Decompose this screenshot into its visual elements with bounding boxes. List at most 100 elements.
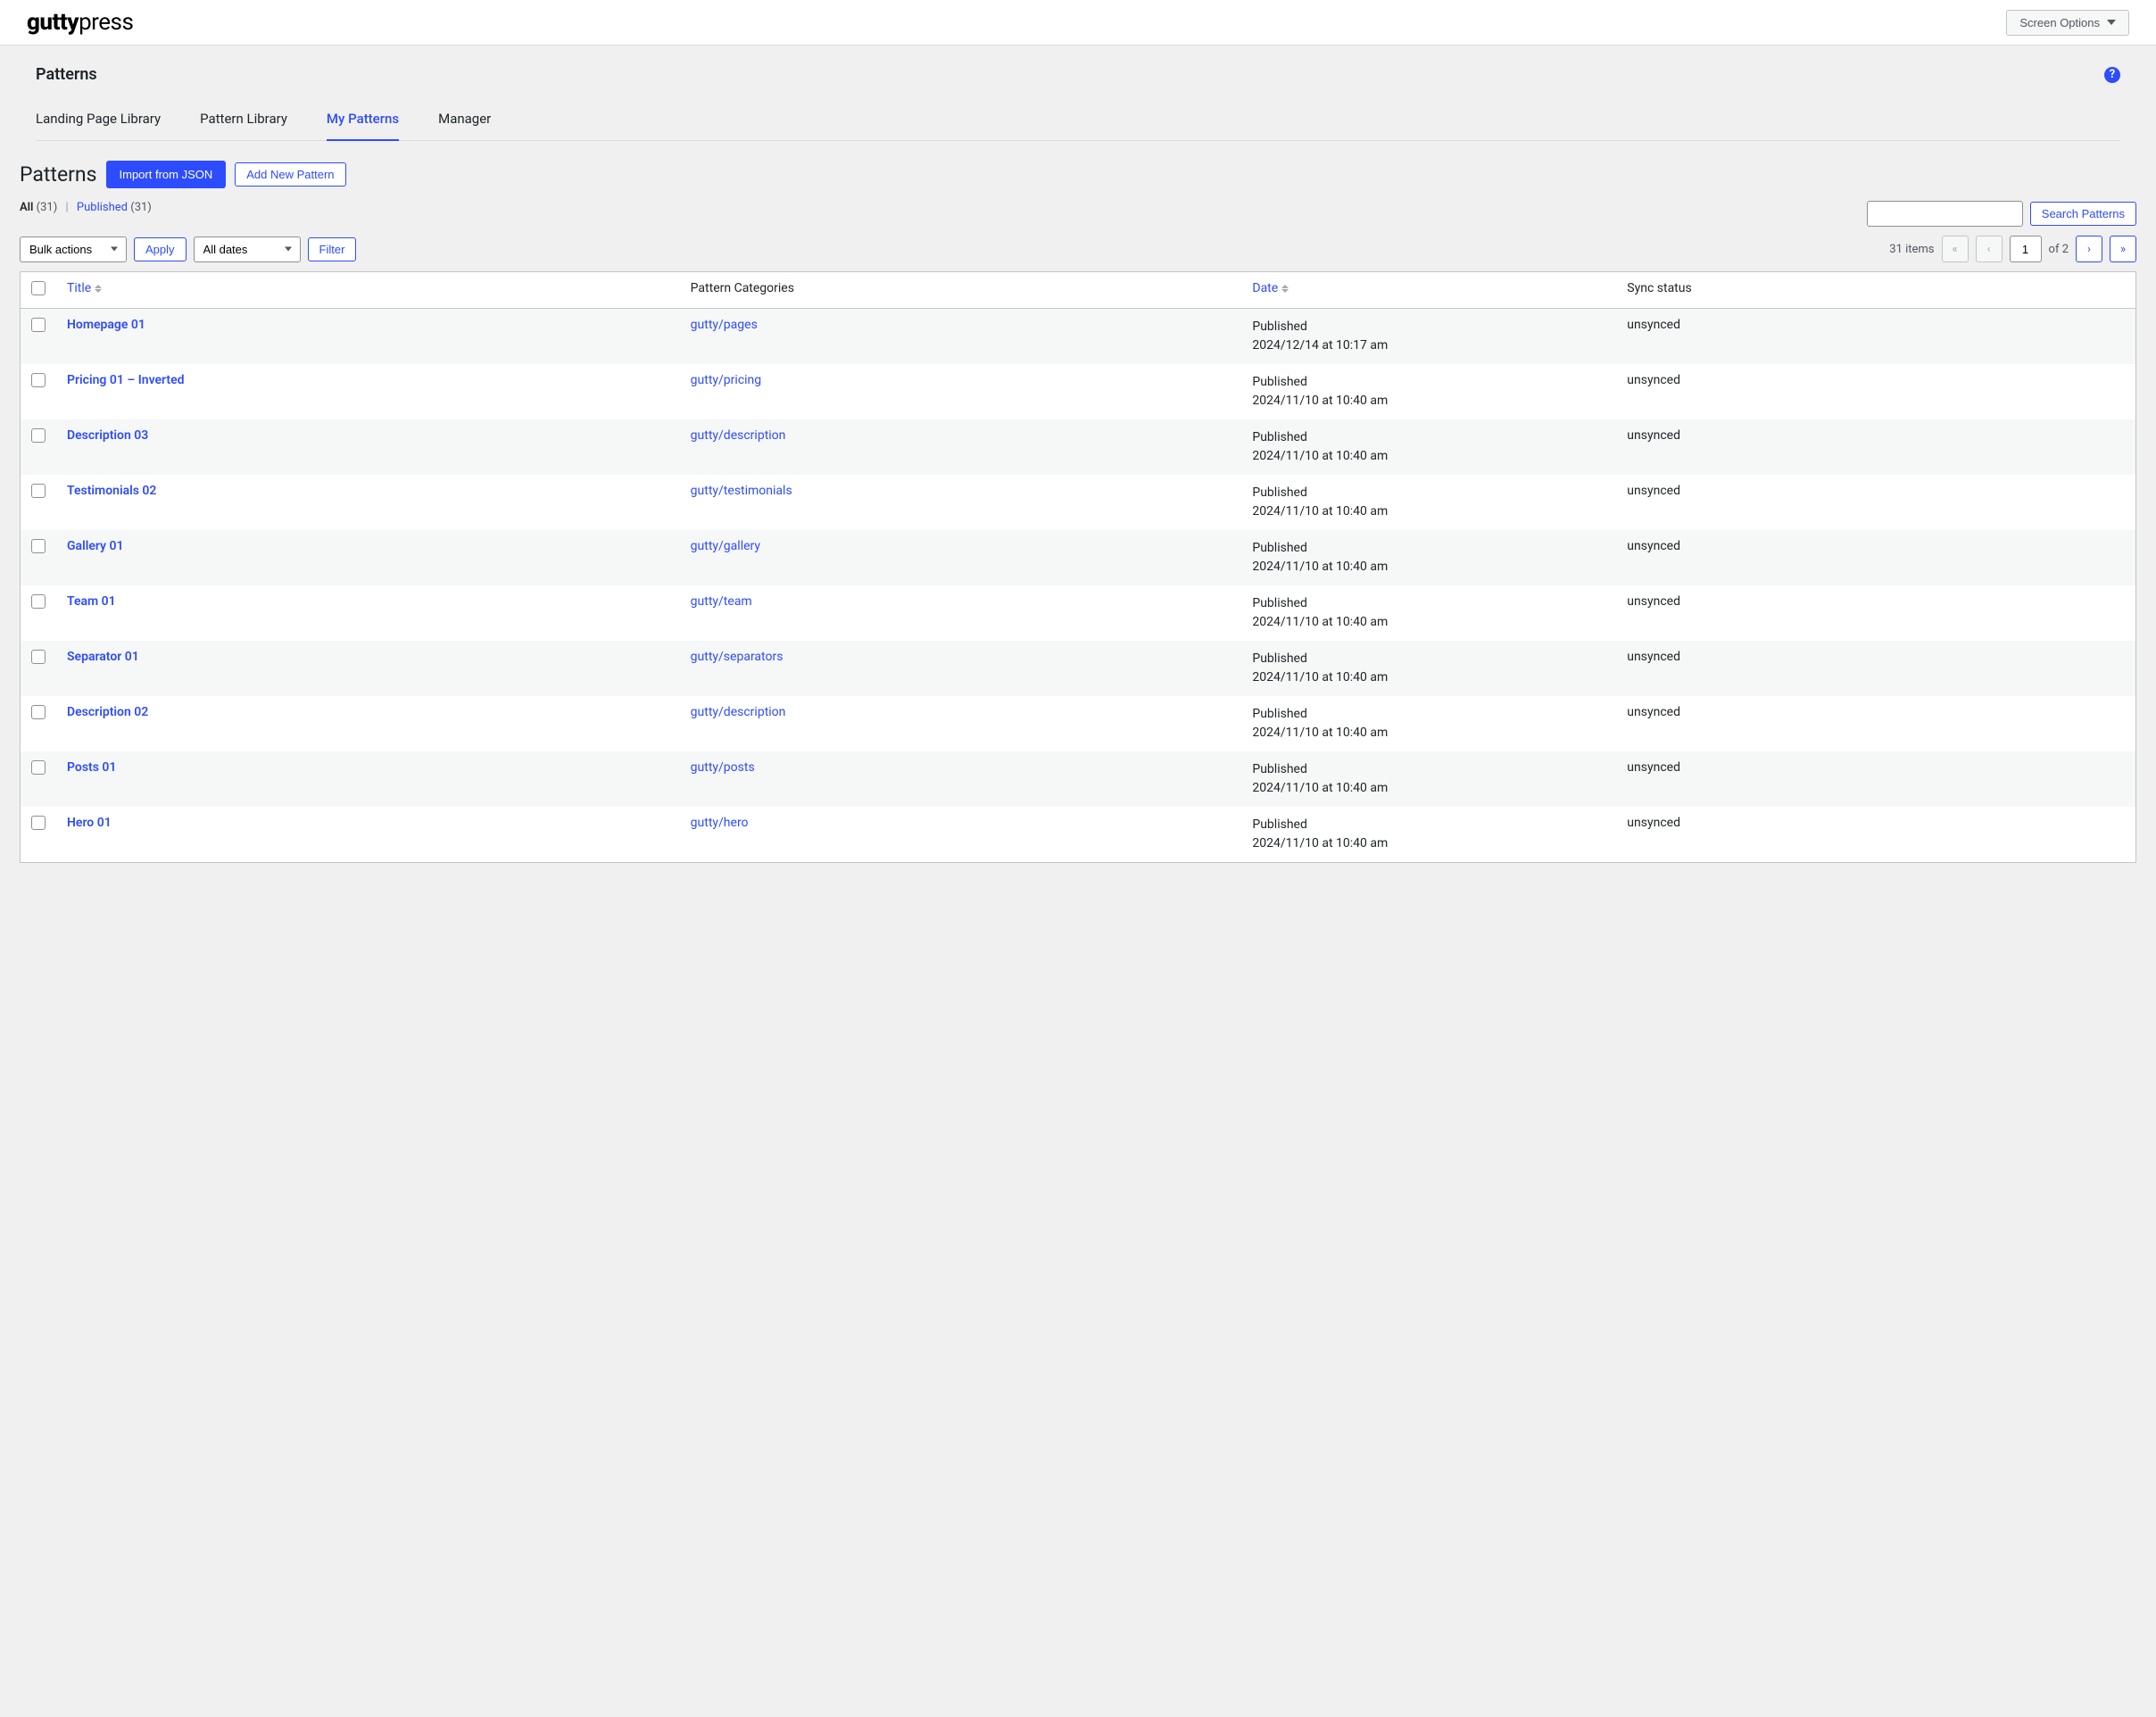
row-title-link[interactable]: Team 01 bbox=[67, 594, 116, 609]
brand-light: press bbox=[79, 9, 133, 36]
secondary-header: Patterns ? Landing Page Library Pattern … bbox=[0, 46, 2156, 141]
current-page-input[interactable] bbox=[2010, 236, 2042, 262]
page-heading-row: Patterns Import from JSON Add New Patter… bbox=[20, 161, 2136, 188]
row-sync-status: unsynced bbox=[1616, 364, 2135, 419]
filter-button[interactable]: Filter bbox=[308, 237, 357, 261]
last-page-button[interactable]: » bbox=[2110, 236, 2136, 262]
row-sync-status: unsynced bbox=[1616, 309, 2135, 365]
next-page-button[interactable]: › bbox=[2076, 236, 2102, 262]
table-row: Team 01 gutty/team Published2024/11/10 at … bbox=[21, 585, 2136, 641]
brand-logo: guttypress bbox=[27, 9, 133, 36]
row-date: Published2024/11/10 at 10:40 am bbox=[1241, 475, 1616, 530]
bulk-actions-select[interactable]: Bulk actions bbox=[20, 236, 127, 262]
row-checkbox[interactable] bbox=[31, 594, 46, 609]
row-date: Published2024/11/10 at 10:40 am bbox=[1241, 530, 1616, 585]
search-toolbar: Search Patterns bbox=[1867, 201, 2136, 227]
row-date: Published2024/11/10 at 10:40 am bbox=[1241, 585, 1616, 641]
column-header-sync: Sync status bbox=[1627, 281, 1691, 295]
row-date: Published2024/11/10 at 10:40 am bbox=[1241, 696, 1616, 751]
screen-options-button[interactable]: Screen Options bbox=[2006, 10, 2129, 36]
row-sync-status: unsynced bbox=[1616, 751, 2135, 807]
row-title-link[interactable]: Description 03 bbox=[67, 428, 148, 443]
column-title-label: Title bbox=[67, 281, 91, 295]
filter-published-count: (31) bbox=[130, 201, 152, 214]
caret-down-icon bbox=[2107, 20, 2116, 25]
column-header-date[interactable]: Date bbox=[1252, 281, 1289, 295]
row-date: Published2024/11/10 at 10:40 am bbox=[1241, 751, 1616, 807]
table-row: Description 02 gutty/description Published… bbox=[21, 696, 2136, 751]
page-heading: Patterns bbox=[20, 162, 97, 187]
tab-manager[interactable]: Manager bbox=[438, 100, 491, 141]
table-row: Pricing 01 – Invertedgutty/pricingPublis… bbox=[21, 364, 2136, 419]
section-title: Patterns bbox=[36, 65, 97, 84]
row-title-link[interactable]: Separator 01 bbox=[67, 650, 139, 664]
column-header-title[interactable]: Title bbox=[67, 281, 102, 295]
table-row: Posts 01 gutty/posts Published2024/11/10 a… bbox=[21, 751, 2136, 807]
row-title-link[interactable]: Posts 01 bbox=[67, 760, 116, 775]
filter-all-label[interactable]: All bbox=[20, 201, 33, 214]
row-category-link[interactable]: gutty/team bbox=[691, 594, 752, 609]
table-row: Homepage 01 gutty/pages Published2024/12/1… bbox=[21, 309, 2136, 365]
tab-pattern-library[interactable]: Pattern Library bbox=[200, 100, 287, 141]
first-page-button: « bbox=[1942, 236, 1969, 262]
brand-bold: gutty bbox=[27, 9, 79, 36]
row-sync-status: unsynced bbox=[1616, 475, 2135, 530]
row-sync-status: unsynced bbox=[1616, 641, 2135, 696]
row-title-link[interactable]: Hero 01 bbox=[67, 816, 112, 830]
table-row: Separator 01gutty/separatorsPublished202… bbox=[21, 641, 2136, 696]
row-category-link[interactable]: gutty/pricing bbox=[691, 373, 761, 387]
top-bar: guttypress Screen Options bbox=[0, 0, 2156, 46]
row-checkbox[interactable] bbox=[31, 705, 46, 719]
add-new-pattern-button[interactable]: Add New Pattern bbox=[235, 162, 345, 187]
column-header-categories: Pattern Categories bbox=[691, 281, 794, 295]
apply-button[interactable]: Apply bbox=[134, 237, 187, 261]
row-checkbox[interactable] bbox=[31, 539, 46, 553]
search-button[interactable]: Search Patterns bbox=[2030, 202, 2136, 226]
items-count: 31 items bbox=[1889, 243, 1934, 256]
row-checkbox[interactable] bbox=[31, 318, 46, 332]
table-row: Description 03 gutty/description Published… bbox=[21, 419, 2136, 475]
import-json-button[interactable]: Import from JSON bbox=[106, 161, 227, 188]
search-input[interactable] bbox=[1867, 201, 2023, 227]
tab-my-patterns[interactable]: My Patterns bbox=[327, 100, 399, 141]
row-title-link[interactable]: Homepage 01 bbox=[67, 318, 145, 332]
row-checkbox[interactable] bbox=[31, 816, 46, 830]
row-category-link[interactable]: gutty/hero bbox=[691, 816, 749, 830]
controls-left: Bulk actions Apply All dates Filter bbox=[20, 236, 356, 262]
row-checkbox[interactable] bbox=[31, 373, 46, 387]
row-title-link[interactable]: Gallery 01 bbox=[67, 539, 123, 553]
date-filter-select[interactable]: All dates bbox=[194, 236, 301, 262]
controls-row: Bulk actions Apply All dates Filter 31 i… bbox=[20, 236, 2136, 262]
row-sync-status: unsynced bbox=[1616, 530, 2135, 585]
row-title-link[interactable]: Pricing 01 – Inverted bbox=[67, 373, 185, 387]
row-title-link[interactable]: Description 02 bbox=[67, 705, 148, 719]
table-row: Gallery 01 gutty/gallery Published2024/11/… bbox=[21, 530, 2136, 585]
row-checkbox[interactable] bbox=[31, 650, 46, 664]
screen-options-label: Screen Options bbox=[2019, 16, 2100, 29]
sort-icon bbox=[95, 285, 102, 293]
row-date: Published2024/11/10 at 10:40 am bbox=[1241, 807, 1616, 863]
page-of-text: of 2 bbox=[2049, 243, 2069, 256]
row-date: Published2024/12/14 at 10:17 am bbox=[1241, 309, 1616, 365]
row-date: Published2024/11/10 at 10:40 am bbox=[1241, 419, 1616, 475]
row-title-link[interactable]: Testimonials 02 bbox=[67, 484, 156, 498]
row-category-link[interactable]: gutty/pages bbox=[691, 318, 758, 332]
row-checkbox[interactable] bbox=[31, 428, 46, 443]
tab-landing-page-library[interactable]: Landing Page Library bbox=[36, 100, 161, 141]
row-category-link[interactable]: gutty/gallery bbox=[691, 539, 760, 553]
filter-published-label[interactable]: Published bbox=[77, 201, 128, 214]
row-category-link[interactable]: gutty/description bbox=[691, 705, 786, 719]
table-row: Testimonials 02 gutty/testimonials Publish… bbox=[21, 475, 2136, 530]
row-category-link[interactable]: gutty/testimonials bbox=[691, 484, 792, 498]
row-category-link[interactable]: gutty/posts bbox=[691, 760, 755, 775]
row-sync-status: unsynced bbox=[1616, 419, 2135, 475]
help-icon[interactable]: ? bbox=[2104, 67, 2120, 83]
row-checkbox[interactable] bbox=[31, 484, 46, 498]
row-sync-status: unsynced bbox=[1616, 585, 2135, 641]
row-category-link[interactable]: gutty/description bbox=[691, 428, 786, 443]
select-all-checkbox[interactable] bbox=[31, 281, 46, 295]
status-filter-links: All (31) | Published (31) bbox=[20, 201, 152, 214]
row-checkbox[interactable] bbox=[31, 760, 46, 775]
filter-all-count: (31) bbox=[37, 201, 58, 214]
row-category-link[interactable]: gutty/separators bbox=[691, 650, 784, 664]
